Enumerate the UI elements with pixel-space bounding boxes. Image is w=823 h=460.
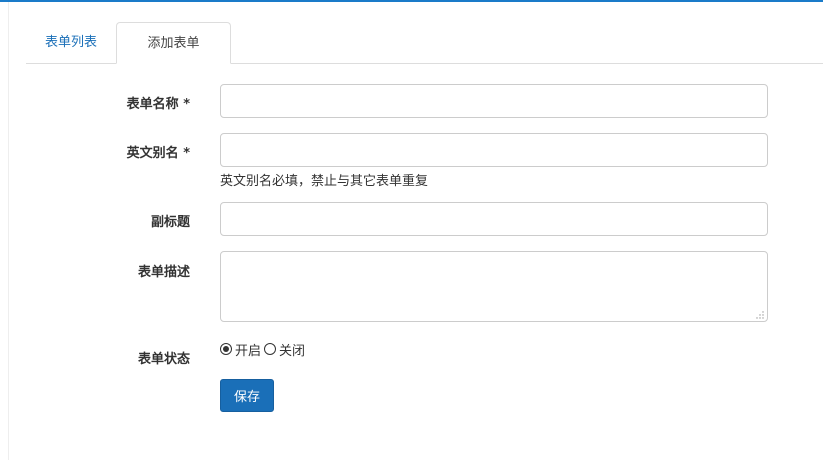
form-name-input[interactable] [220, 84, 768, 118]
tab-bar: 表单列表 添加表单 [26, 22, 823, 64]
save-button[interactable]: 保存 [220, 379, 274, 412]
status-closed-radio[interactable] [264, 343, 277, 355]
subtitle-label: 副标题 [150, 215, 190, 230]
alias-help-text: 英文别名必填，禁止与其它表单重复 [220, 174, 429, 189]
status-open-label[interactable]: 开启 [235, 340, 261, 359]
tab-form-list[interactable]: 表单列表 [26, 22, 116, 64]
tab-add-form[interactable]: 添加表单 [116, 22, 231, 64]
description-label: 表单描述 [137, 265, 190, 280]
resize-grip-icon[interactable] [756, 311, 764, 319]
left-divider [8, 2, 9, 460]
alias-label: 英文别名 * [126, 146, 190, 161]
status-radio-group: 开启 关闭 [220, 340, 308, 359]
subtitle-input[interactable] [220, 202, 768, 236]
description-textarea[interactable] [220, 251, 768, 322]
status-open-radio[interactable] [220, 343, 232, 355]
alias-input[interactable] [220, 133, 768, 167]
top-accent-bar [0, 0, 823, 2]
status-closed-label[interactable]: 关闭 [279, 340, 305, 359]
form-name-label: 表单名称 * [126, 97, 190, 112]
status-label: 表单状态 [137, 352, 190, 367]
